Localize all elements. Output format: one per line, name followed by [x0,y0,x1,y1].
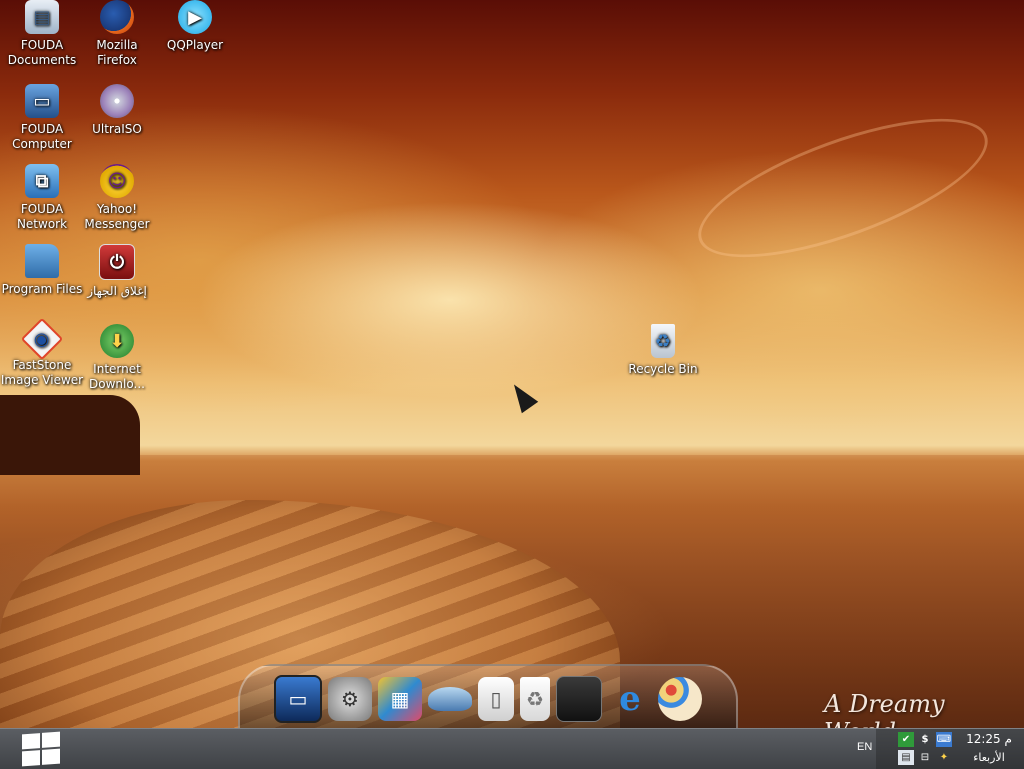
taskbar: EN ✔ $ ⌨ ▤ ⊟ ✦ 12:25 م الأربعاء [0,728,1024,769]
desktop-icon-yahoo-messenger[interactable]: ☺ Yahoo! Messenger [75,164,159,232]
keyboard-icon[interactable]: ⌨ [936,732,952,747]
network-status-icon[interactable]: ⊟ [917,750,933,765]
desktop-icon-program-files[interactable]: Program Files [0,244,84,297]
folder-icon [25,244,59,278]
firefox-icon [100,0,134,34]
desktop-icon-qqplayer[interactable]: ▶ QQPlayer [153,0,237,53]
desktop-icon-fouda-documents[interactable]: ▤ FOUDA Documents [0,0,84,68]
documents-icon: ▤ [25,0,59,34]
yahoo-icon: ☺ [100,164,134,198]
desktop-icon-fouda-network[interactable]: ⧉ FOUDA Network [0,164,84,232]
network-icon: ⧉ [25,164,59,198]
clock-day[interactable]: الأربعاء [958,751,1020,764]
desktop-icon-recycle-bin[interactable]: ♻ Recycle Bin [621,324,705,377]
desktop-icon-mozilla-firefox[interactable]: Mozilla Firefox [75,0,159,68]
system-tray: ✔ $ ⌨ ▤ ⊟ ✦ 12:25 م الأربعاء [876,729,1024,769]
dollar-icon[interactable]: $ [917,732,933,747]
dock-screen-icon[interactable] [556,676,602,722]
document-icon[interactable]: ▤ [898,750,914,765]
clock-time[interactable]: 12:25 م [958,732,1020,746]
dock-gear-icon[interactable]: ⚙ [328,677,372,721]
dock-photos-icon[interactable]: ▦ [378,677,422,721]
globe-download-icon: ⬇ [100,324,134,358]
disc-icon [100,84,134,118]
wallpaper-mesa [0,395,140,475]
desktop-icon-fouda-computer[interactable]: ▭ FOUDA Computer [0,84,84,152]
power-icon: ⏻ [99,244,135,280]
recycle-bin-icon: ♻ [651,324,675,358]
start-button[interactable] [22,731,60,767]
eye-icon: ◉ [20,317,64,361]
computer-icon: ▭ [25,84,59,118]
desktop-icon-shutdown[interactable]: ⏻ إغلاق الجهاز [75,244,159,299]
desktop-icon-internet-download-manager[interactable]: ⬇ Internet Downlo... [75,324,159,392]
dock-internet-explorer-icon[interactable]: e [608,677,652,721]
windows-logo-icon [22,733,40,750]
dock-trash-icon[interactable]: ♻ [520,677,550,721]
wand-icon[interactable]: ✦ [936,750,952,765]
dock-hard-disk-icon[interactable]: ▯ [478,677,514,721]
desktop-icon-ultraiso[interactable]: UltraISO [75,84,159,137]
dock-monitor-icon[interactable]: ▭ [274,675,322,723]
language-indicator[interactable]: EN [857,741,872,753]
desktop-icon-faststone-image-viewer[interactable]: ◉ FastStone Image Viewer [0,317,84,388]
qqplayer-icon: ▶ [178,0,212,34]
tray-icons: ✔ $ ⌨ ▤ ⊟ ✦ [898,732,952,766]
dock-bar: ▭ ⚙ ▦ ▯ ♻ e [238,664,738,732]
dock-palette-icon[interactable] [658,677,702,721]
dock-drive-icon[interactable] [428,687,472,711]
shield-check-icon[interactable]: ✔ [898,732,914,747]
